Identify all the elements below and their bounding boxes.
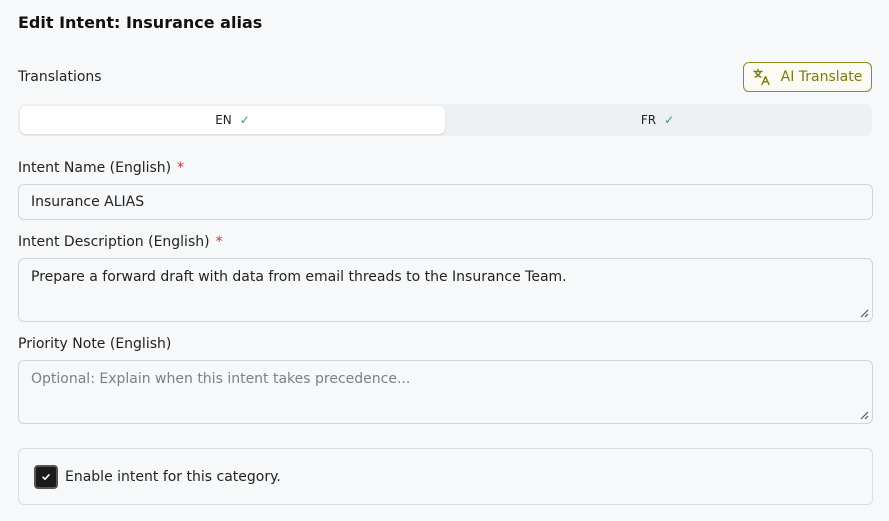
- intent-description-label-text: Intent Description (English): [18, 234, 210, 250]
- checkmark-icon: [42, 473, 50, 480]
- intent-name-input[interactable]: Insurance ALIAS: [18, 184, 873, 220]
- resize-handle-icon[interactable]: [859, 308, 869, 318]
- priority-note-placeholder: Optional: Explain when this intent takes…: [31, 371, 411, 387]
- ai-translate-label: AI Translate: [780, 69, 863, 85]
- enable-intent-label: Enable intent for this category.: [65, 468, 281, 485]
- intent-description-label: Intent Description (English) *: [18, 234, 223, 250]
- resize-handle-icon[interactable]: [859, 410, 869, 420]
- language-tabs: EN ✓ FR ✓: [18, 104, 872, 136]
- priority-note-label: Priority Note (English): [18, 336, 172, 352]
- check-icon: ✓: [664, 113, 675, 127]
- required-marker: *: [215, 234, 223, 250]
- tab-en-label: EN: [215, 113, 232, 127]
- check-icon: ✓: [239, 113, 250, 127]
- ai-translate-button[interactable]: AI Translate: [743, 62, 872, 92]
- intent-description-value: Prepare a forward draft with data from e…: [31, 269, 567, 285]
- tab-fr[interactable]: FR ✓: [445, 106, 870, 134]
- translate-icon: [752, 68, 771, 86]
- intent-name-label: Intent Name (English) *: [18, 160, 184, 176]
- enable-intent-card: Enable intent for this category.: [18, 448, 873, 505]
- translations-label: Translations: [18, 69, 102, 85]
- intent-name-label-text: Intent Name (English): [18, 160, 172, 176]
- page-title: Edit Intent: Insurance alias: [18, 13, 263, 32]
- edit-intent-panel: Edit Intent: Insurance alias Translation…: [0, 0, 889, 521]
- intent-description-textarea[interactable]: Prepare a forward draft with data from e…: [18, 258, 873, 322]
- tab-en[interactable]: EN ✓: [20, 106, 445, 134]
- intent-name-value: Insurance ALIAS: [31, 194, 145, 210]
- enable-intent-checkbox[interactable]: [34, 464, 58, 489]
- required-marker: *: [177, 160, 185, 176]
- tab-fr-label: FR: [640, 113, 657, 127]
- priority-note-textarea[interactable]: Optional: Explain when this intent takes…: [18, 360, 873, 424]
